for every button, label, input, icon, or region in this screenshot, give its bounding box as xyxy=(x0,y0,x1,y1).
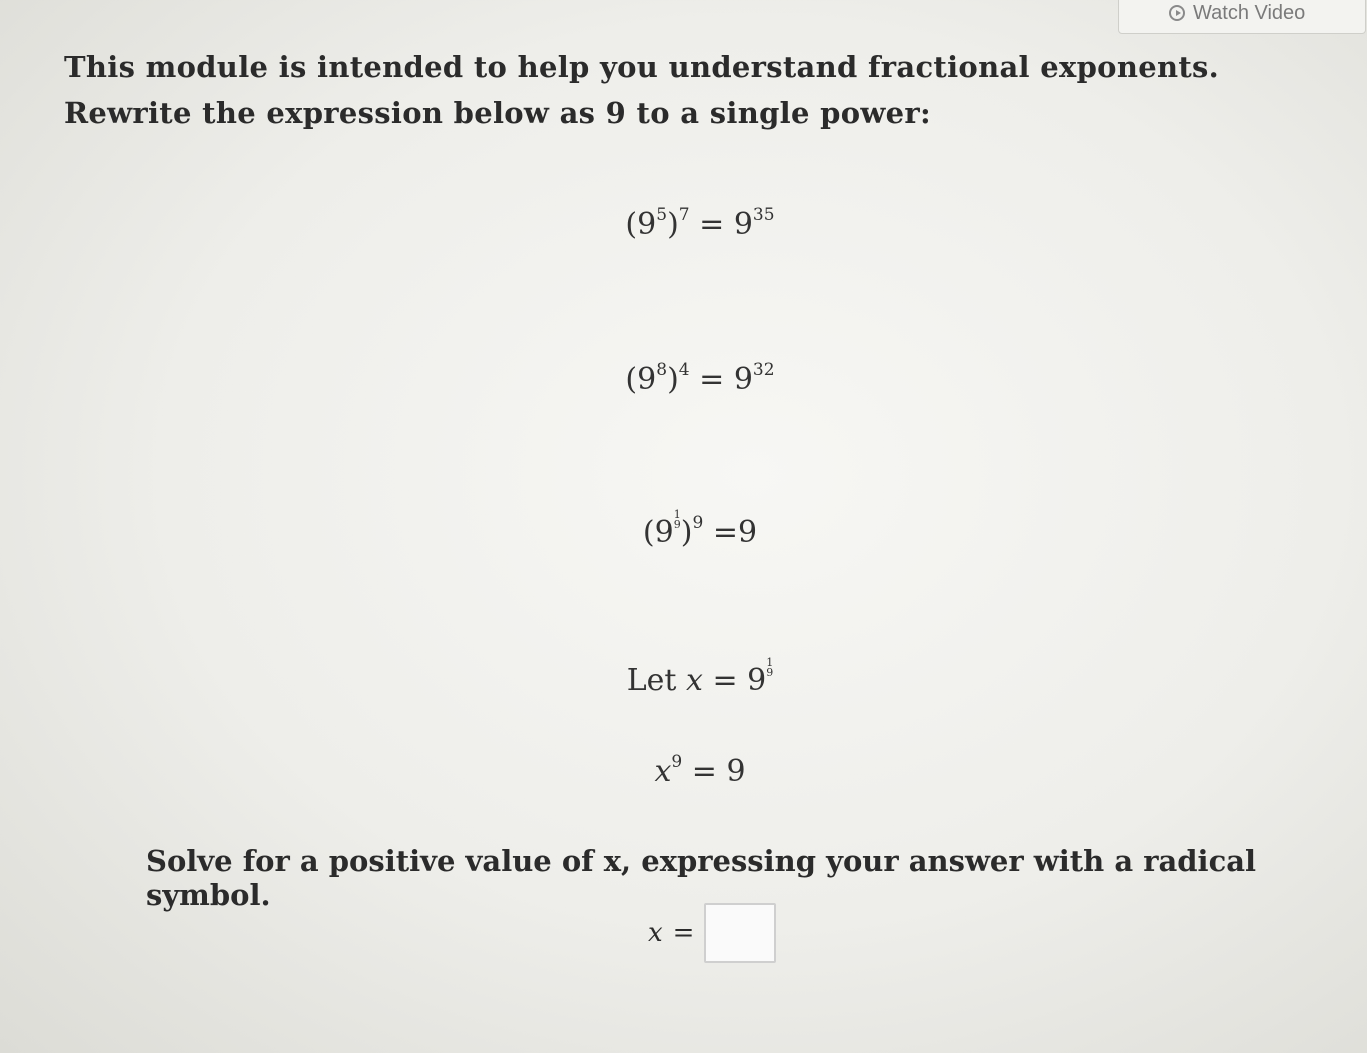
fraction-exponent: 19 xyxy=(766,656,774,679)
equation-1: (95)7 = 935 xyxy=(625,205,775,242)
equation-3: (9 1 9)9 =9 xyxy=(642,508,758,550)
intro-line-2: Rewrite the expression below as 9 to a s… xyxy=(64,96,931,130)
intro-line-1: This module is intended to help you unde… xyxy=(64,50,1220,84)
solve-instruction: Solve for a positive value of x, express… xyxy=(146,844,1257,912)
answer-variable: x xyxy=(648,918,663,948)
fraction-exponent: 19 xyxy=(673,508,681,531)
answer-row: x = xyxy=(648,903,777,963)
intro-text: This module is intended to help you unde… xyxy=(64,44,1219,136)
let-definition: Let x = 919 xyxy=(626,656,774,698)
equals-sign: = xyxy=(672,918,695,948)
answer-input[interactable] xyxy=(704,903,777,963)
play-icon xyxy=(1169,5,1185,21)
equation-2: (98)4 = 932 xyxy=(625,360,775,397)
power-equation: x9 = 9 xyxy=(654,752,746,789)
watch-video-button[interactable]: Watch Video xyxy=(1118,0,1366,34)
watch-video-label: Watch Video xyxy=(1193,1,1306,24)
